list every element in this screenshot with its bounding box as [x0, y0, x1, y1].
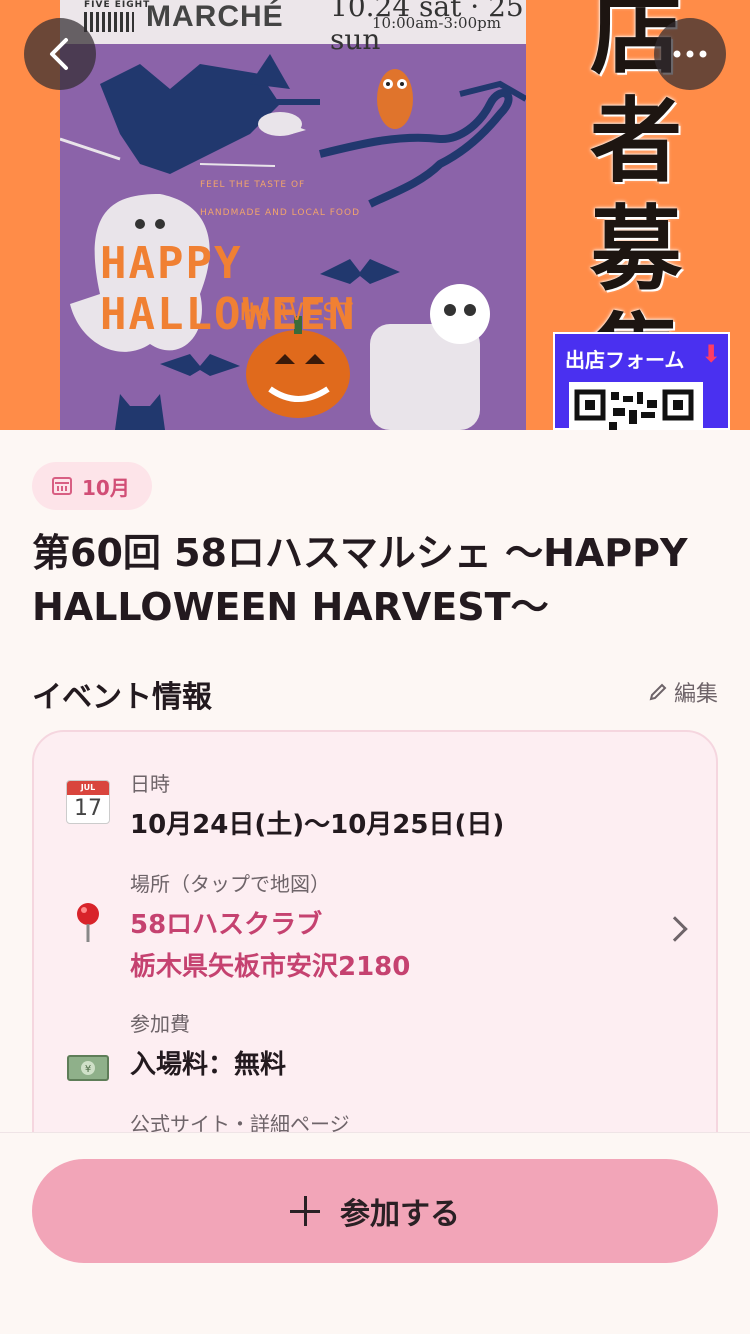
calendar-icon-month: JUL: [67, 781, 109, 795]
location-name: 58ロハスクラブ: [130, 910, 323, 940]
pencil-icon: [649, 683, 667, 701]
money-icon: ¥: [67, 1055, 109, 1081]
vendor-form-label: 出店フォーム: [565, 348, 685, 372]
vendor-form-box: 出店フォーム ⬇: [553, 332, 730, 430]
month-badge: 10月: [32, 462, 152, 510]
qr-code: [569, 382, 703, 430]
poster-time: 10:00am-3:00pm: [372, 14, 501, 32]
calendar-icon-day: 17: [74, 796, 102, 821]
join-button-label: 参加する: [340, 1197, 460, 1232]
plus-icon: [290, 1196, 320, 1226]
datetime-label: 日時: [130, 772, 170, 796]
poster-subline-2: HANDMADE AND LOCAL FOOD: [200, 208, 361, 218]
more-dots-icon: [673, 50, 707, 58]
calendar-icon: [52, 477, 72, 495]
event-poster: FIVE EIGHT MARCHÉ 10.24 sat · 25 sun 10:…: [60, 0, 526, 430]
poster-title: MARCHÉ: [146, 0, 284, 33]
bottom-action-bar: 参加する: [0, 1132, 750, 1334]
poster-brand: FIVE EIGHT: [84, 0, 151, 10]
fee-label: 参加費: [130, 1012, 190, 1036]
poster-brand-stripes: [84, 12, 134, 32]
edit-button[interactable]: 編集: [648, 676, 718, 708]
join-button[interactable]: 参加する: [32, 1159, 718, 1263]
datetime-value: 10月24日(土)〜10月25日(日): [130, 810, 505, 840]
location-address: 栃木県矢板市安沢2180: [130, 952, 411, 982]
tree-branch: [319, 89, 513, 208]
witch-illustration: [60, 54, 320, 174]
chevron-right-icon: [662, 916, 688, 942]
owl-illustration: [377, 69, 413, 129]
map-pin-icon: [77, 903, 99, 942]
month-badge-label: 10月: [82, 475, 130, 500]
more-options-button[interactable]: [654, 18, 726, 90]
down-arrow-icon: ⬇: [701, 340, 722, 368]
event-hero-image: FIVE EIGHT MARCHÉ 10.24 sat · 25 sun 10:…: [0, 0, 750, 430]
svg-text:¥: ¥: [85, 1064, 91, 1075]
event-info-heading: イベント情報: [32, 680, 212, 715]
pumpkin-illustration: [246, 330, 350, 418]
chevron-left-icon: [50, 38, 68, 70]
location-row[interactable]: 場所（タップで地図） 58ロハスクラブ 栃木県矢板市安沢2180: [34, 862, 716, 992]
back-button[interactable]: [24, 18, 96, 90]
fee-value: 入場料：無料: [130, 1050, 287, 1080]
poster-header: FIVE EIGHT MARCHÉ 10.24 sat · 25 sun 10:…: [60, 0, 526, 56]
halloween-illustration: [60, 54, 526, 430]
calendar-emoji-icon: JUL 17: [66, 780, 110, 824]
edit-label: 編集: [673, 682, 718, 707]
poster-subline-1: FEEL THE TASTE OF: [200, 180, 306, 190]
location-label: 場所（タップで地図）: [130, 872, 330, 896]
cat-illustration: [115, 394, 165, 430]
event-title: 第60回 58ロハスマルシェ 〜HAPPY HALLOWEEN HARVEST〜: [32, 531, 688, 629]
poster-harvest: HARVEST: [240, 298, 356, 326]
